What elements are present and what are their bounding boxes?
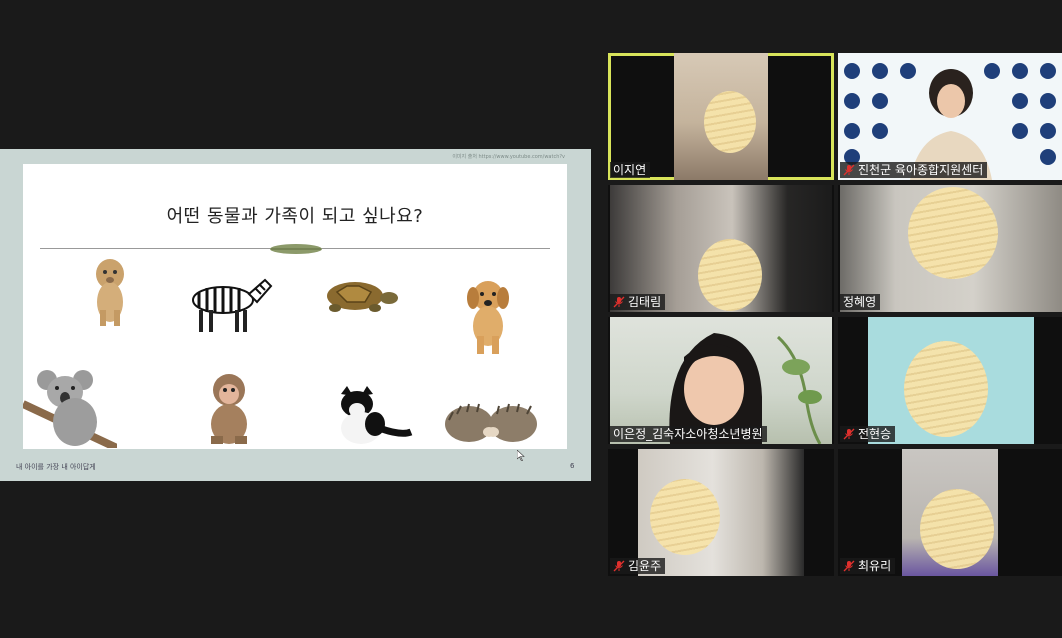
video-tile-2[interactable]: 진천군 육아종합지원센터 [838,53,1062,180]
participant-name: 이지연 [613,163,647,177]
puppy-image [467,281,509,354]
slide-title: 어떤 동물과 가족이 되고 싶나요? [166,206,424,227]
participant-name-tag: 김윤주 [610,558,666,574]
video-tile-6[interactable]: 전현승 [838,317,1062,444]
participant-name: 전현승 [858,427,892,441]
video-tile-4[interactable]: 정혜영 [838,185,1062,312]
page-number: 6 [570,462,575,470]
muted-mic-icon [843,428,855,440]
koala-image [23,370,117,448]
hedgehogs-image [445,403,537,442]
muted-mic-icon [613,560,625,572]
video-tile-1[interactable]: 이지연 [608,53,834,180]
participant-name-tag: 이지연 [610,162,651,178]
participant-name: 이은정_김숙자소아청소년병원 [613,427,763,441]
face-blur [908,187,998,279]
turtle-image [327,282,398,312]
cat-image [341,386,413,444]
participant-name-tag: 최유리 [840,558,896,574]
participant-name: 김태림 [628,295,662,309]
participant-name: 정혜영 [843,295,877,309]
video-tile-3[interactable]: 김태림 [608,185,834,312]
face-blur [920,489,994,569]
face-blur [704,91,756,153]
meeting-window: 이미지 출처 https://www.youtube.com/watch?v 어… [0,0,1062,638]
video-tile-8[interactable]: 최유리 [838,449,1062,576]
participant-name-tag: 전현승 [840,426,896,442]
presentation-slide: 어떤 동물과 가족이 되고 싶나요? [23,164,567,449]
face-blur [650,479,720,555]
image-credit: 이미지 출처 https://www.youtube.com/watch?v [452,154,565,160]
slide-footer: 내 아이를 가장 내 아이답게 [16,463,96,471]
video-tile-5[interactable]: 이은정_김숙자소아청소년병원 [608,317,834,444]
cursor-icon [517,450,525,461]
lion-cub-image [96,259,124,326]
participant-name-tag: 김태림 [610,294,666,310]
zebra-image [192,278,273,332]
muted-mic-icon [613,296,625,308]
face-blur [698,239,762,311]
leaf-ornament [270,244,322,254]
muted-mic-icon [843,560,855,572]
participant-name-tag: 진천군 육아종합지원센터 [840,162,988,178]
muted-mic-icon [843,164,855,176]
shared-screen: 이미지 출처 https://www.youtube.com/watch?v 어… [0,149,591,481]
participant-name-tag: 이은정_김숙자소아청소년병원 [610,426,767,442]
participant-name: 최유리 [858,559,892,573]
logo-backdrop [838,53,1062,180]
participant-name-tag: 정혜영 [840,294,881,310]
video-tile-7[interactable]: 김윤주 [608,449,834,576]
monkey-image [211,374,247,444]
participant-name: 진천군 육아종합지원센터 [858,163,984,177]
face-blur [904,341,988,437]
participant-name: 김윤주 [628,559,662,573]
participant-figure [669,333,822,444]
